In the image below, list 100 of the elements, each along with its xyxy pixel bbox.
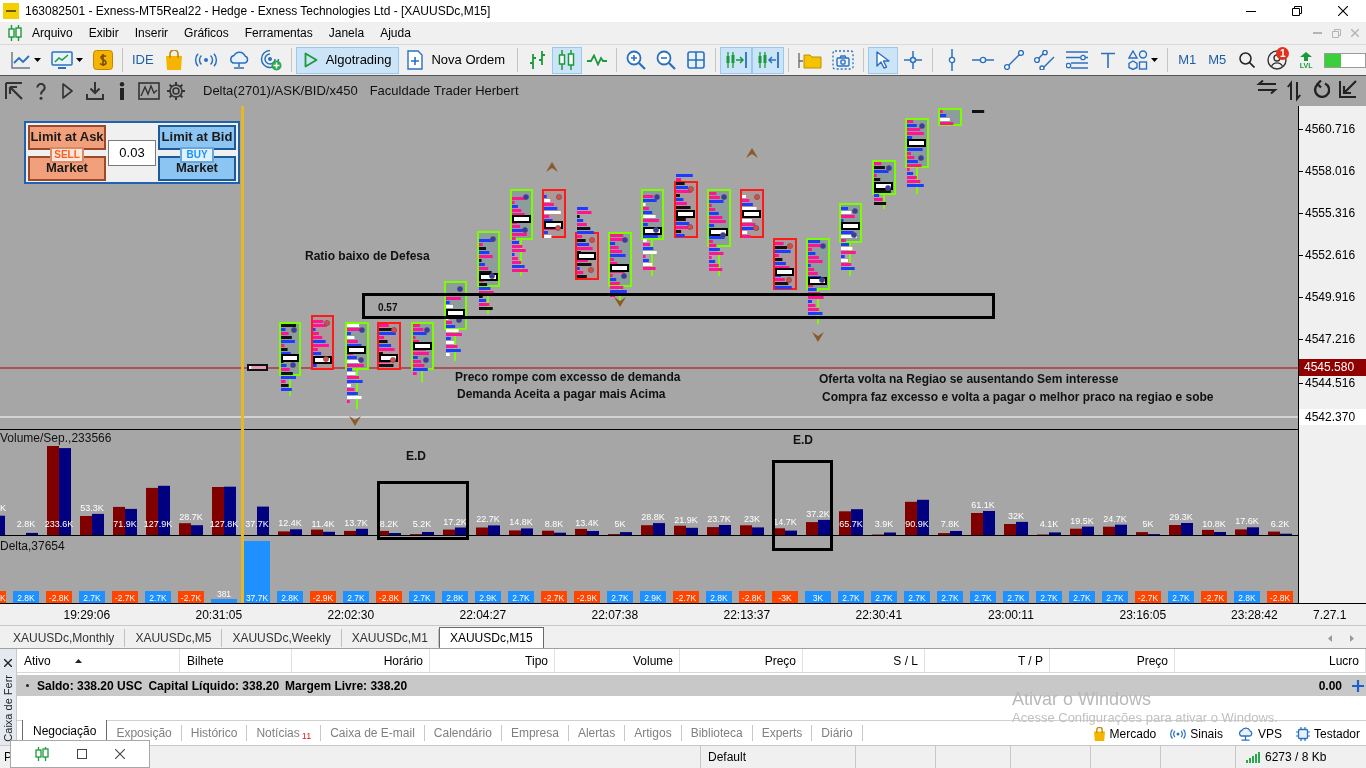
- time-label: 19:29:06: [63, 608, 111, 622]
- value-label: 14.8K: [509, 517, 533, 528]
- value-label: 2.7K: [611, 592, 629, 603]
- time-label: 23:16:05: [1119, 608, 1167, 622]
- value-label: 19.5K: [1070, 515, 1094, 526]
- value-label: 65.7K: [839, 519, 863, 529]
- value-label: 2.7K: [347, 592, 365, 603]
- value-label: 2.7K: [1106, 592, 1124, 603]
- value-label: -2.8K: [378, 592, 400, 603]
- price-label: 4555.316: [1305, 206, 1356, 220]
- price-label: 4542.370: [1299, 409, 1366, 425]
- price-label: 4544.516: [1305, 376, 1356, 390]
- value-label: -2.7K: [1137, 592, 1159, 603]
- activation-text: Acesse Configurações para ativar o Windows.: [1012, 710, 1278, 726]
- value-label: 53.3K: [80, 502, 104, 513]
- value-label: 7.8K: [940, 519, 960, 529]
- profit-value: 0.00: [1318, 677, 1342, 695]
- price-label: 4552.616: [1305, 248, 1356, 262]
- profile-name: Default: [708, 749, 747, 766]
- value-label: 3.9K: [874, 519, 894, 529]
- value-label: 13.4K: [575, 517, 599, 528]
- price-label: 4547.216: [1305, 332, 1356, 346]
- value-label: 2.8K: [1238, 592, 1256, 603]
- value-label: 22.7K: [476, 514, 500, 525]
- time-label: 22:02:30: [327, 608, 375, 622]
- pane-title: Delta,37654: [0, 539, 65, 553]
- value-label: 11.4K: [311, 518, 335, 529]
- value-label: -2.8K: [741, 592, 763, 603]
- time-label: 22:30:41: [855, 608, 903, 622]
- value-label: 14.7K: [773, 517, 797, 528]
- value-label: 2.9K: [644, 592, 662, 603]
- value-label: 2.7K: [842, 592, 860, 603]
- value-label: 12.4K: [278, 518, 302, 529]
- value-label: 4.1K: [1039, 519, 1059, 529]
- value-label: 5.2K: [412, 519, 432, 529]
- time-label: 22:04:27: [459, 608, 507, 622]
- value-label: 2.8K: [446, 592, 464, 603]
- value-label: -2.7K: [114, 592, 136, 603]
- value-label: -2.8K: [1269, 592, 1291, 603]
- value-label: 29.3K: [1169, 512, 1193, 522]
- value-label: 2.7K: [1172, 592, 1190, 603]
- time-label: 22:13:37: [723, 608, 771, 622]
- chart-note: Ratio baixo de Defesa: [305, 249, 430, 263]
- value-label: 37.2K: [806, 508, 830, 519]
- value-label: -2.7K: [543, 592, 565, 603]
- version-label: 7.27.1: [1313, 608, 1347, 622]
- value-label: -2.8K: [48, 592, 70, 603]
- traffic-text: 6273 / 8 Kb: [1265, 749, 1327, 766]
- value-label: 17.6K: [1235, 516, 1259, 527]
- value-label: -2.7K: [1203, 592, 1225, 603]
- value-label: -2.7K: [180, 592, 202, 603]
- value-label: 37.7K: [245, 592, 269, 603]
- value-label: 3K: [812, 592, 824, 603]
- value-label: 24.7K: [1103, 513, 1127, 524]
- value-label: 5K: [614, 519, 626, 529]
- chart-note: Demanda Aceita a pagar mais Acima: [457, 387, 666, 401]
- current-price-label: 4545.580: [1299, 359, 1366, 376]
- value-label: 21.9K: [674, 514, 698, 525]
- value-label: 2.7K: [1007, 592, 1025, 603]
- value-label: 2.7K: [149, 592, 167, 603]
- value-label: 381: [216, 589, 232, 599]
- value-label: 61.1K: [971, 500, 995, 510]
- value-label: -2.7K: [675, 592, 697, 603]
- notification-badge: 1: [1276, 46, 1290, 60]
- value-label: 2.8K: [710, 592, 728, 603]
- value-label: 32K: [1008, 510, 1024, 521]
- value-label: K: [0, 592, 6, 603]
- value-label: 90.9K: [905, 519, 929, 529]
- chart-note: 0.57: [378, 301, 398, 315]
- window-title: 163082501 - Exness-MT5Real22 - Hedge - Exness Technologies Ltd - [XAUUSDc,M15]: [25, 3, 491, 19]
- value-label: 28.7K: [179, 512, 203, 523]
- balance-text: Saldo: 338.20 USC: [37, 677, 143, 695]
- value-label: 2.7K: [83, 592, 101, 603]
- value-label: 2.7K: [941, 592, 959, 603]
- value-label: 2.7K: [1040, 592, 1058, 603]
- time-label: 23:28:42: [1231, 608, 1278, 622]
- value-label: 8.2K: [379, 519, 399, 529]
- price-label: 4549.916: [1305, 290, 1356, 304]
- value-label: 2.9K: [479, 592, 497, 603]
- value-label: 28.8K: [641, 512, 665, 523]
- value-label: 2.7K: [1073, 592, 1091, 603]
- chart-note: E.D: [406, 449, 426, 463]
- time-label: 23:00:11: [988, 608, 1034, 622]
- chart-note: Compra faz excesso e volta a pagar o melhor praco na regiao e sobe: [822, 390, 1214, 404]
- value-label: 5K: [1142, 519, 1154, 529]
- value-label: -3K: [778, 592, 792, 603]
- value-label: 2.8K: [16, 519, 36, 529]
- value-label: 23.7K: [707, 514, 731, 524]
- indicator-label: Delta(2701)/ASK/BID/x450: [203, 83, 358, 99]
- value-label: 23K: [744, 514, 760, 525]
- value-label: 8.8K: [544, 519, 564, 529]
- value-label: K: [0, 502, 6, 513]
- price-label: 4560.716: [1305, 122, 1356, 136]
- news-count: 11: [301, 732, 312, 741]
- time-label: 20:31:05: [195, 608, 243, 622]
- value-label: 37.7K: [245, 519, 269, 529]
- pane-title: Volume/Sep.,233566: [0, 431, 112, 445]
- value-label: -2.9K: [576, 592, 598, 603]
- chart-note: Preco rompe com excesso de demanda: [455, 370, 681, 384]
- chart-note: Oferta volta na Regiao se ausentando Sem interesse: [819, 372, 1119, 386]
